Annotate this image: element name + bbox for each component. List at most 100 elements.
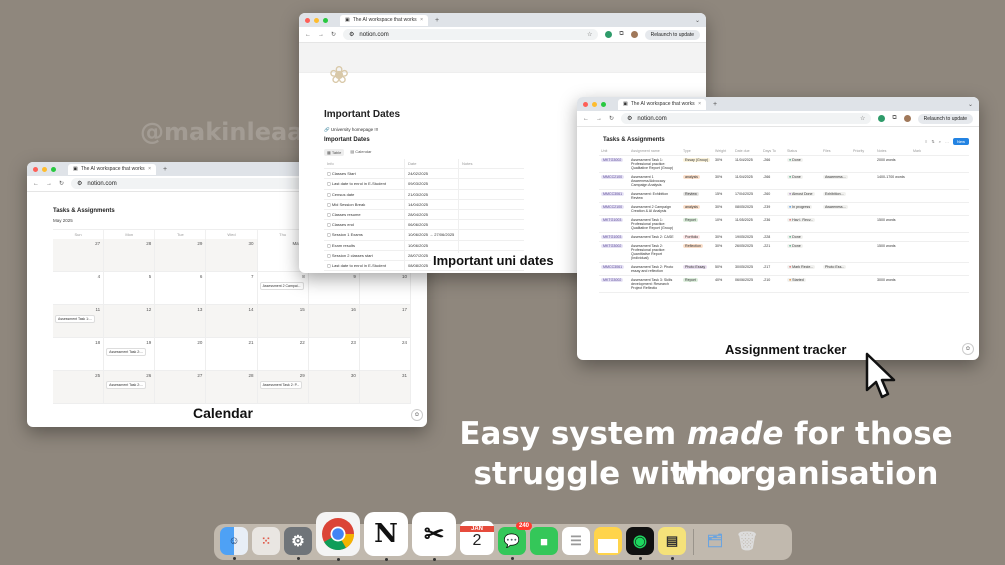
column-header[interactable]: Date due: [733, 147, 761, 155]
column-header[interactable]: Unit: [599, 147, 629, 155]
calendar-day-cell[interactable]: 16: [308, 305, 360, 338]
column-header[interactable]: Date: [404, 159, 458, 169]
table-row[interactable]: MMCC2100 Assessment 2 Campaign Creation &…: [599, 203, 969, 216]
site-info-icon[interactable]: ⚙: [77, 180, 82, 187]
calendar-day-cell[interactable]: 17: [359, 305, 411, 338]
site-info-icon[interactable]: ⚙: [627, 115, 632, 122]
calendar-day-cell[interactable]: 29: [155, 239, 207, 272]
browser-tab[interactable]: ▣ The AI workspace that works ×: [340, 14, 428, 26]
relaunch-button[interactable]: Relaunch to update: [644, 29, 700, 40]
reload-icon[interactable]: ↻: [609, 115, 614, 122]
calendar-event[interactable]: Assessment Task 1:...: [55, 315, 95, 323]
calendar-day-cell[interactable]: 25: [53, 371, 105, 404]
table-row[interactable]: ▢ Classes Start 24/02/2025: [324, 169, 524, 180]
new-tab-icon[interactable]: +: [163, 166, 167, 173]
bookmark-star-icon[interactable]: ☆: [860, 115, 865, 122]
relaunch-button[interactable]: Relaunch to update: [917, 113, 973, 124]
table-row[interactable]: MKTG3002 Assessment Task 2: Professional …: [599, 242, 969, 263]
close-window-button[interactable]: [33, 166, 38, 172]
calendar-app-icon[interactable]: JAN 2: [460, 521, 494, 555]
calendar-day-cell[interactable]: 29 Assessment Task 2: P...: [257, 371, 309, 404]
chevron-down-icon[interactable]: ⌄: [695, 17, 700, 24]
column-header[interactable]: Info: [324, 161, 404, 166]
calendar-day-cell[interactable]: 12: [104, 305, 156, 338]
back-icon[interactable]: ←: [583, 116, 589, 122]
filter-icon[interactable]: ≡: [925, 139, 927, 144]
extensions-icon[interactable]: ⧉: [619, 31, 623, 38]
column-header[interactable]: Notes: [458, 159, 524, 169]
calendar-day-cell[interactable]: 28: [104, 239, 156, 272]
avatar[interactable]: [630, 31, 638, 38]
address-input[interactable]: ⚙ notion.com ☆: [621, 113, 872, 124]
address-input[interactable]: ⚙ notion.com ☆: [343, 29, 599, 40]
table-row[interactable]: MKTG3002 Assessment Task 1: Professional …: [599, 156, 969, 173]
messages-icon[interactable]: 💬 240: [498, 522, 532, 560]
calendar-day-cell[interactable]: 4: [53, 272, 105, 305]
column-header[interactable]: Notes: [875, 147, 911, 155]
minimize-window-button[interactable]: [42, 166, 47, 172]
table-row[interactable]: MKTG3002 Assessment Task 3: Skills develo…: [599, 276, 969, 293]
calendar-day-cell[interactable]: 10: [359, 272, 411, 305]
close-window-button[interactable]: [305, 17, 310, 23]
tab-table[interactable]: ▦ Table: [324, 149, 345, 156]
calendar-day-cell[interactable]: 11 Assessment Task 1:...: [53, 305, 105, 338]
calendar-day-cell[interactable]: 21: [206, 338, 258, 371]
calendar-day-cell[interactable]: 5: [104, 272, 156, 305]
table-row[interactable]: ▢ Classes end 06/06/2025: [324, 220, 524, 231]
browser-tab[interactable]: ▣ The AI workspace that works ×: [68, 163, 156, 175]
new-tab-icon[interactable]: +: [713, 101, 717, 108]
table-row[interactable]: ▢ Last date to enrol in E-Student 09/03/2…: [324, 179, 524, 190]
calendar-day-cell[interactable]: 18: [53, 338, 105, 371]
column-header[interactable]: Priority: [851, 147, 875, 155]
launchpad-icon[interactable]: ⁙: [252, 527, 280, 555]
column-header[interactable]: Files: [821, 147, 851, 155]
avatar[interactable]: [903, 115, 911, 122]
column-header[interactable]: Status: [785, 147, 821, 155]
close-tab-icon[interactable]: ×: [420, 17, 423, 23]
table-row[interactable]: MKTG1003 Assessment Task 2: CASE Portfolio…: [599, 233, 969, 242]
column-header[interactable]: Days To: [761, 147, 785, 155]
calendar-day-cell[interactable]: 27: [155, 371, 207, 404]
calendar-day-cell[interactable]: 24: [359, 338, 411, 371]
maximize-window-button[interactable]: [51, 166, 56, 172]
column-header[interactable]: Type: [681, 147, 713, 155]
close-window-button[interactable]: [583, 101, 588, 107]
column-header[interactable]: Mark: [911, 147, 969, 155]
system-settings-icon[interactable]: ⚙: [284, 527, 312, 560]
calendar-day-cell[interactable]: 22: [257, 338, 309, 371]
minimize-window-button[interactable]: [314, 17, 319, 23]
homepage-link[interactable]: 🔗 University homepage !!!: [324, 127, 378, 133]
reload-icon[interactable]: ↻: [59, 180, 64, 187]
calendar-event[interactable]: Assessment Task 2: P...: [259, 381, 303, 389]
forward-icon[interactable]: →: [46, 181, 52, 187]
calendar-day-cell[interactable]: 20: [155, 338, 207, 371]
table-row[interactable]: MMCC2100 Assessment 1 Awareness/Advocacy …: [599, 173, 969, 190]
calendar-day-cell[interactable]: 23: [308, 338, 360, 371]
calendar-day-cell[interactable]: 15: [257, 305, 309, 338]
bookmark-star-icon[interactable]: ☆: [587, 31, 592, 38]
maximize-window-button[interactable]: [601, 101, 606, 107]
calendar-day-cell[interactable]: 9: [308, 272, 360, 305]
forward-icon[interactable]: →: [318, 32, 324, 38]
stickies-icon[interactable]: ▤: [658, 527, 686, 560]
spotify-icon[interactable]: ◉: [626, 527, 654, 560]
calendar-day-cell[interactable]: 26 Assessment Task 2:...: [104, 371, 156, 404]
forward-icon[interactable]: →: [596, 116, 602, 122]
reminders-icon[interactable]: ☰: [562, 527, 590, 555]
table-row[interactable]: MMCC3061 Assessment Task 2: Photo essay a…: [599, 263, 969, 276]
table-row[interactable]: ▢ Classes resume 28/04/2025: [324, 209, 524, 221]
calendar-day-cell[interactable]: 19 Assessment Task 2:...: [104, 338, 156, 371]
calendar-event[interactable]: Assessment Task 2:...: [106, 381, 147, 389]
new-button[interactable]: New: [952, 138, 969, 145]
column-header[interactable]: Weight: [713, 147, 733, 155]
calendar-event[interactable]: Assessment Task 2:...: [106, 348, 147, 356]
new-tab-icon[interactable]: +: [435, 17, 439, 24]
downloads-folder-icon[interactable]: 🗂: [701, 527, 729, 555]
calendar-day-cell[interactable]: 14: [206, 305, 258, 338]
table-row[interactable]: ▢ Mid Session Break 14/04/2025: [324, 199, 524, 210]
column-header[interactable]: Assignment name: [629, 147, 681, 155]
extensions-icon[interactable]: ⧉: [892, 115, 896, 122]
reload-icon[interactable]: ↻: [331, 31, 336, 38]
sort-icon[interactable]: ⇅: [931, 139, 934, 144]
tab-calendar[interactable]: ▤ Calendar: [350, 149, 371, 156]
